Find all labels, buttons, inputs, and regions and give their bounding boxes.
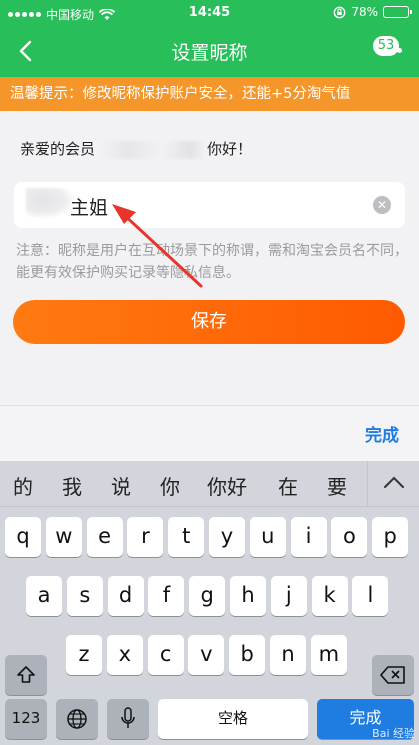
globe-icon bbox=[67, 709, 87, 729]
key-g[interactable]: g bbox=[189, 576, 226, 616]
candidate-word[interactable]: 的 bbox=[13, 471, 33, 500]
numbers-key[interactable]: 123 bbox=[5, 699, 47, 739]
key-o[interactable]: o bbox=[331, 517, 368, 557]
candidate-word[interactable]: 我 bbox=[62, 471, 82, 500]
candidate-word[interactable]: 说 bbox=[111, 471, 131, 500]
blur-smudge bbox=[26, 188, 74, 218]
candidate-word[interactable]: 你好 bbox=[207, 471, 247, 500]
candidate-word[interactable]: 你 bbox=[160, 471, 180, 500]
key-f[interactable]: f bbox=[148, 576, 185, 616]
space-key[interactable]: 空格 bbox=[158, 699, 308, 739]
chevron-up-icon bbox=[384, 476, 404, 488]
shift-key[interactable] bbox=[5, 655, 47, 695]
save-button[interactable]: 保存 bbox=[13, 300, 405, 344]
key-u[interactable]: u bbox=[249, 517, 286, 557]
key-b[interactable]: b bbox=[229, 635, 266, 675]
keyboard-done-button[interactable]: 完成 bbox=[365, 421, 399, 446]
key-c[interactable]: c bbox=[147, 635, 184, 675]
microphone-icon bbox=[121, 707, 135, 728]
clear-icon[interactable]: ✕ bbox=[373, 196, 391, 214]
message-badge: 53 bbox=[373, 36, 399, 56]
candidate-word[interactable]: 在 bbox=[278, 471, 298, 500]
key-s[interactable]: s bbox=[66, 576, 103, 616]
header: 中国移动 14:45 78% 设置昵称 53 bbox=[0, 0, 419, 77]
key-k[interactable]: k bbox=[311, 576, 348, 616]
key-p[interactable]: p bbox=[372, 517, 409, 557]
key-i[interactable]: i bbox=[290, 517, 327, 557]
greeting-suffix: 你好！ bbox=[207, 140, 253, 158]
key-r[interactable]: r bbox=[127, 517, 164, 557]
key-j[interactable]: j bbox=[270, 576, 307, 616]
key-z[interactable]: z bbox=[66, 635, 102, 675]
watermark: Bai 经验 bbox=[372, 727, 415, 740]
backspace-key[interactable] bbox=[372, 655, 414, 695]
blurred-username bbox=[95, 140, 208, 159]
key-l[interactable]: l bbox=[352, 576, 389, 616]
backspace-icon bbox=[380, 666, 405, 684]
candidate-word[interactable]: 要 bbox=[327, 471, 347, 500]
page-title: 设置昵称 bbox=[171, 42, 248, 64]
more-menu-button[interactable]: 53 bbox=[373, 36, 407, 60]
expand-candidates-button[interactable] bbox=[367, 461, 419, 507]
key-x[interactable]: x bbox=[106, 635, 143, 675]
keyboard: 的我说你你好在要 qwertyuiopasdfghjklzxcvbnm 123 … bbox=[0, 461, 419, 745]
candidate-bar: 的我说你你好 在要 bbox=[0, 461, 419, 507]
key-y[interactable]: y bbox=[209, 517, 245, 557]
shift-icon bbox=[17, 666, 35, 683]
nickname-input[interactable]: 主姐 ✕ bbox=[14, 182, 405, 228]
battery-icon bbox=[383, 6, 412, 18]
key-h[interactable]: h bbox=[230, 576, 266, 616]
hint-text: 注意：昵称是用户在互动场景下的称谓，需和淘宝会员名不同，能更有效保护购买记录等隐… bbox=[16, 243, 408, 281]
key-t[interactable]: t bbox=[168, 517, 205, 557]
keyboard-toolbar: 完成 bbox=[0, 405, 419, 461]
nav-bar: 设置昵称 53 bbox=[0, 26, 419, 77]
key-q[interactable]: q bbox=[5, 517, 41, 557]
status-bar: 中国移动 14:45 78% bbox=[0, 0, 419, 26]
language-key[interactable] bbox=[56, 699, 98, 739]
nickname-value[interactable]: 主姐 bbox=[70, 193, 108, 220]
key-m[interactable]: m bbox=[310, 635, 347, 675]
key-d[interactable]: d bbox=[107, 576, 144, 616]
key-v[interactable]: v bbox=[188, 635, 225, 675]
key-a[interactable]: a bbox=[26, 576, 62, 616]
greeting-prefix: 亲爱的会员 bbox=[20, 140, 96, 158]
greeting: 亲爱的会员 你好！ bbox=[20, 138, 252, 159]
notice-bar: 温馨提示：修改昵称保护账户安全，还能+5分淘气值 bbox=[0, 77, 419, 111]
battery-percent: 78% bbox=[351, 5, 378, 19]
microphone-key[interactable] bbox=[107, 699, 149, 739]
key-n[interactable]: n bbox=[270, 635, 306, 675]
rotation-lock-icon bbox=[333, 6, 346, 18]
key-w[interactable]: w bbox=[45, 517, 82, 557]
key-e[interactable]: e bbox=[86, 517, 123, 557]
